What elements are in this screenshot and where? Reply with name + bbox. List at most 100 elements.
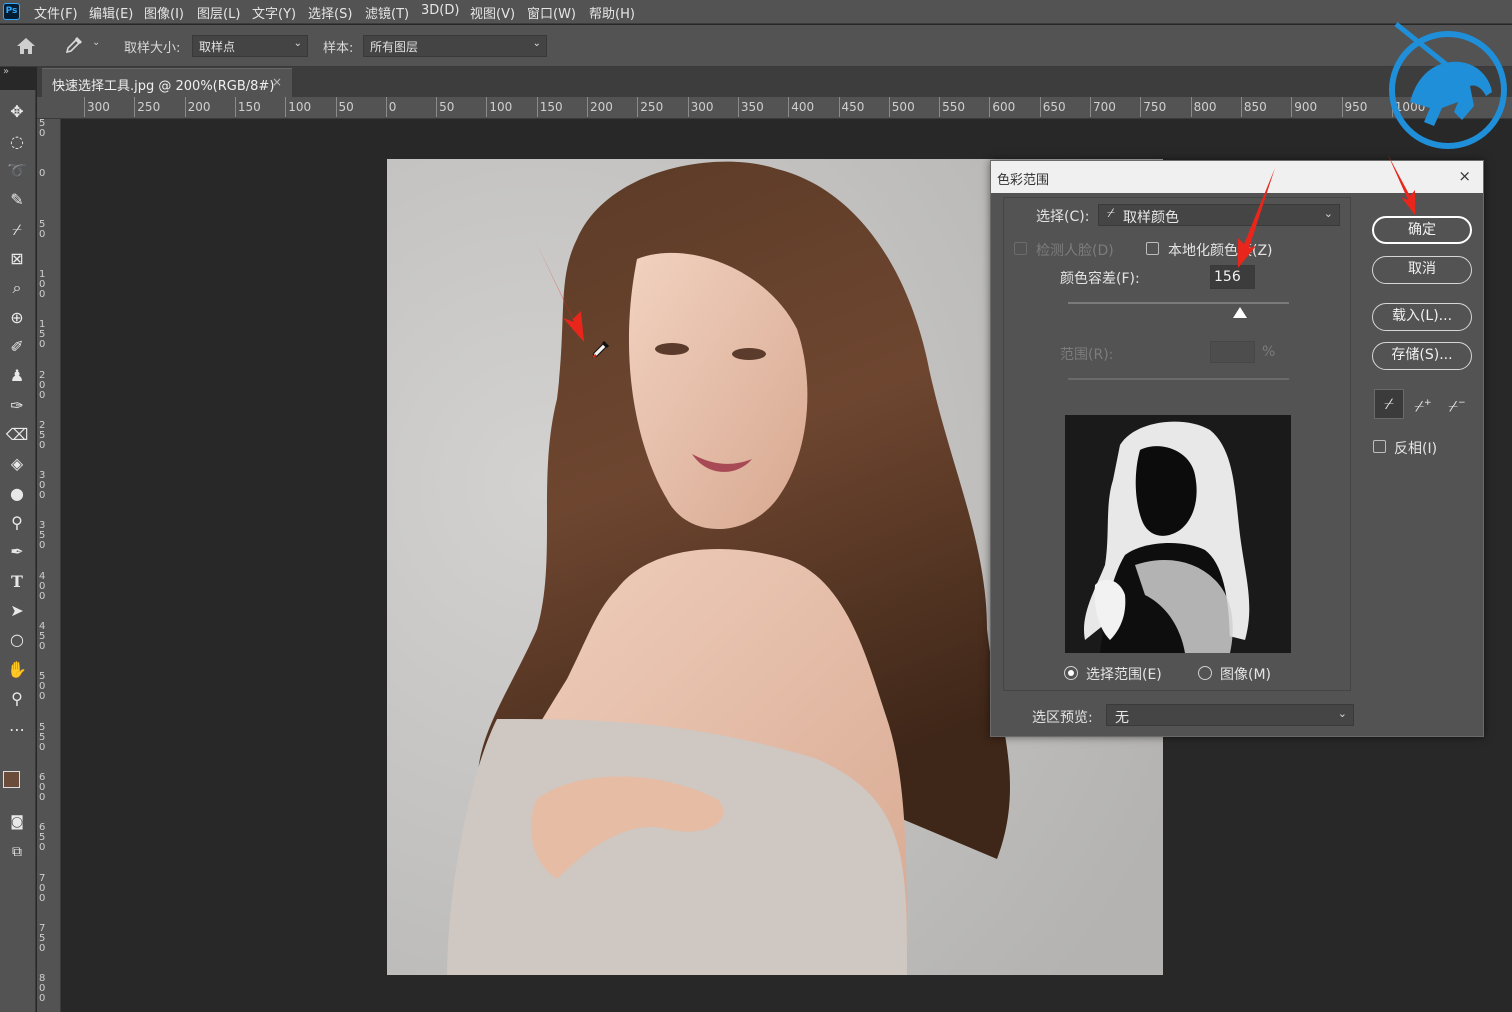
menu-image[interactable]: 图像(I) bbox=[144, 3, 184, 22]
close-icon[interactable]: × bbox=[272, 75, 282, 89]
color-range-dialog: 色彩范围 × 选择(C): ⌿ 取样颜色 ⌄ 检测人脸(D) 本地化颜色簇(Z)… bbox=[990, 160, 1484, 737]
eyedropper-tool-icon[interactable] bbox=[64, 35, 84, 55]
eraser-tool-icon[interactable]: ⌫ bbox=[5, 423, 29, 447]
crop-tool-icon[interactable]: ⌿ bbox=[5, 218, 29, 242]
ruler-tick-label: 400 bbox=[788, 97, 815, 117]
ruler-tick-label: 950 bbox=[1341, 97, 1368, 117]
sample-value: 所有图层 bbox=[370, 40, 419, 54]
localized-clusters-label: 本地化颜色簇(Z) bbox=[1168, 243, 1273, 259]
menu-edit[interactable]: 编辑(E) bbox=[89, 3, 133, 22]
fuzziness-input[interactable]: 156 bbox=[1210, 265, 1255, 289]
chevron-down-icon: ⌄ bbox=[1323, 207, 1333, 220]
ruler-tick-label: 450 bbox=[838, 97, 865, 117]
ruler-tick-label: 50 bbox=[335, 97, 354, 117]
lasso-tool-icon[interactable]: ➰ bbox=[5, 159, 29, 183]
select-dropdown[interactable]: ⌿ 取样颜色 ⌄ bbox=[1098, 204, 1340, 226]
quick-selection-tool-icon[interactable]: ✎ bbox=[5, 188, 29, 212]
radio-image[interactable] bbox=[1198, 666, 1212, 680]
frame-tool-icon[interactable]: ⊠ bbox=[5, 247, 29, 271]
dialog-titlebar[interactable]: 色彩范围 × bbox=[991, 161, 1483, 193]
panel-collapse-icon[interactable]: » bbox=[3, 66, 9, 77]
detect-faces-checkbox[interactable] bbox=[1014, 242, 1027, 255]
selection-preview-label: 选区预览: bbox=[1032, 710, 1093, 726]
selection-preview-select[interactable]: 无 ⌄ bbox=[1106, 704, 1354, 726]
ruler-tick-label: 550 bbox=[39, 721, 46, 753]
eyedropper-icon[interactable]: ⌕ bbox=[5, 276, 29, 300]
ruler-tick-label: 50 bbox=[39, 218, 46, 240]
cancel-button[interactable]: 取消 bbox=[1372, 256, 1472, 284]
history-brush-icon[interactable]: ✑ bbox=[5, 394, 29, 418]
chevron-down-icon: ⌄ bbox=[293, 38, 302, 49]
screen-mode-icon[interactable]: ⧉ bbox=[5, 840, 29, 864]
document-tab[interactable]: 快速选择工具.jpg @ 200%(RGB/8#) × bbox=[42, 68, 292, 97]
ruler-tick-label: 150 bbox=[39, 319, 46, 351]
move-tool-icon[interactable]: ✥ bbox=[5, 100, 29, 124]
ruler-tick-label: 100 bbox=[39, 268, 46, 300]
more-tools-icon[interactable]: ⋯ bbox=[5, 718, 29, 742]
close-icon[interactable]: × bbox=[1458, 167, 1471, 185]
menu-view[interactable]: 视图(V) bbox=[470, 3, 515, 22]
sample-size-select[interactable]: 取样点 ⌄ bbox=[192, 35, 308, 57]
localized-clusters-checkbox[interactable] bbox=[1146, 242, 1159, 255]
ruler-tick-label: 800 bbox=[1190, 97, 1217, 117]
fuzziness-value: 156 bbox=[1214, 269, 1241, 285]
save-button[interactable]: 存储(S)... bbox=[1372, 342, 1472, 370]
ruler-tick-label: 500 bbox=[39, 671, 46, 703]
dialog-title: 色彩范围 bbox=[997, 173, 1050, 188]
ruler-tick-label: 200 bbox=[587, 97, 613, 117]
home-icon[interactable] bbox=[16, 37, 36, 55]
ruler-tick-label: 150 bbox=[536, 97, 563, 117]
range-slider-track bbox=[1068, 378, 1289, 380]
hand-tool-icon[interactable]: ✋ bbox=[5, 658, 29, 682]
selection-mask-thumbnail bbox=[1065, 415, 1291, 653]
eyedropper-cursor-icon bbox=[592, 340, 610, 358]
eyedropper-add-icon[interactable]: ⌿+ bbox=[1408, 389, 1438, 419]
menu-file[interactable]: 文件(F) bbox=[34, 3, 78, 22]
ruler-tick-label: 400 bbox=[39, 570, 46, 602]
ellipse-tool-icon[interactable]: ○ bbox=[5, 628, 29, 652]
invert-checkbox[interactable] bbox=[1373, 440, 1386, 453]
foreground-color-swatch[interactable] bbox=[3, 771, 20, 788]
ruler-tick-label: 500 bbox=[888, 97, 915, 117]
ruler-tick-label: 200 bbox=[184, 97, 211, 117]
document-tab-title: 快速选择工具.jpg @ 200%(RGB/8#) bbox=[52, 79, 275, 94]
menu-type[interactable]: 文字(Y) bbox=[252, 3, 296, 22]
menu-select[interactable]: 选择(S) bbox=[308, 3, 352, 22]
sample-select[interactable]: 所有图层 ⌄ bbox=[363, 35, 547, 57]
quick-mask-icon[interactable]: ◙ bbox=[5, 810, 29, 834]
selection-preview[interactable] bbox=[1065, 415, 1291, 653]
tool-preset-chevron-icon[interactable]: ⌄ bbox=[92, 37, 100, 48]
menu-help[interactable]: 帮助(H) bbox=[589, 3, 635, 22]
photoshop-app-icon[interactable]: Ps bbox=[3, 3, 20, 20]
menu-filter[interactable]: 滤镜(T) bbox=[365, 3, 409, 22]
menu-layer[interactable]: 图层(L) bbox=[197, 3, 240, 22]
brush-tool-icon[interactable]: ✐ bbox=[5, 335, 29, 359]
chevron-down-icon: ⌄ bbox=[532, 38, 541, 49]
pen-tool-icon[interactable]: ✒ bbox=[5, 540, 29, 564]
menu-window[interactable]: 窗口(W) bbox=[527, 3, 576, 22]
ok-button[interactable]: 确定 bbox=[1372, 216, 1472, 244]
load-button[interactable]: 载入(L)... bbox=[1372, 303, 1472, 331]
radio-selection[interactable] bbox=[1064, 666, 1078, 680]
type-tool-icon[interactable]: T bbox=[5, 570, 29, 594]
healing-brush-icon[interactable]: ⊕ bbox=[5, 306, 29, 330]
options-bar: ⌄ 取样大小: 取样点 ⌄ 样本: 所有图层 ⌄ bbox=[0, 25, 1512, 67]
ruler-tick-label: 600 bbox=[989, 97, 1016, 117]
chevron-down-icon: ⌄ bbox=[1337, 707, 1347, 720]
radio-image-label: 图像(M) bbox=[1220, 667, 1272, 683]
marquee-tool-icon[interactable]: ◌ bbox=[5, 130, 29, 154]
eyedropper-subtract-icon[interactable]: ⌿− bbox=[1442, 389, 1472, 419]
menu-3d[interactable]: 3D(D) bbox=[421, 3, 459, 18]
dodge-tool-icon[interactable]: ⚲ bbox=[5, 511, 29, 535]
zoom-tool-icon[interactable]: ⚲ bbox=[5, 687, 29, 711]
sample-label: 样本: bbox=[323, 41, 354, 56]
fuzziness-slider-thumb[interactable] bbox=[1233, 307, 1248, 319]
fuzziness-slider-track[interactable] bbox=[1068, 302, 1289, 304]
paint-bucket-icon[interactable]: ◈ bbox=[5, 452, 29, 476]
fuzziness-label: 颜色容差(F): bbox=[1060, 271, 1140, 287]
clone-stamp-icon[interactable]: ♟ bbox=[5, 364, 29, 388]
path-selection-icon[interactable]: ➤ bbox=[5, 599, 29, 623]
ruler-tick-label: 50 bbox=[39, 118, 46, 139]
blur-tool-icon[interactable]: ● bbox=[5, 482, 29, 506]
eyedropper-sample-icon[interactable]: ⌿ bbox=[1374, 389, 1404, 419]
